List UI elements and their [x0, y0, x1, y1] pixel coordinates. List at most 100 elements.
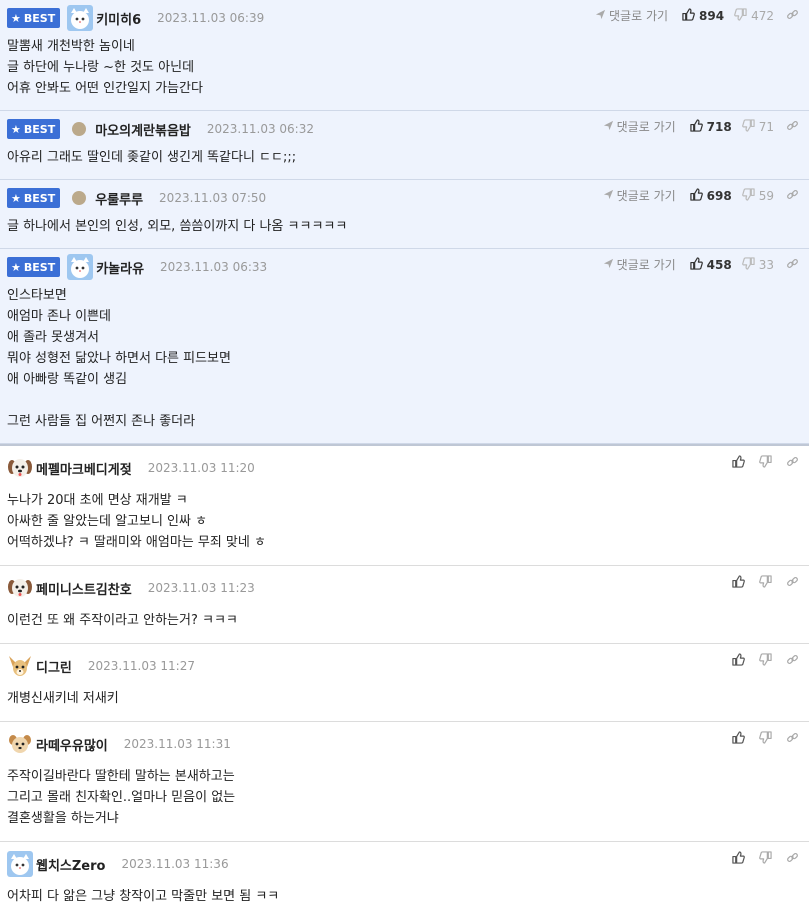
comment-list: ★ BEST 키미히6 2023.11.03 06:39 댓글로 가기 894 472 말뽐새… [0, 0, 809, 907]
comment-body: 아유리 그래도 딸인데 좆같이 생긴게 똑같다니 ㄷㄷ;;; [7, 147, 809, 179]
comment-line: 그리고 몰래 친자확인..얼마나 믿음이 없는 [7, 790, 236, 805]
thumb-up-icon[interactable] [732, 653, 745, 670]
comment-body: 누나가 20대 초에 면상 재개발 ㅋ 아싸한 줄 알았는데 알고보니 인싸 ㅎ 어… [7, 490, 809, 565]
comment-line: 애 아빠랑 똑같이 생김 [7, 372, 128, 387]
thumb-down-icon [741, 256, 755, 273]
link-icon[interactable] [786, 575, 799, 592]
comment-date: 2023.11.03 11:20 [147, 461, 255, 475]
goto-comment-label: 댓글로 가기 [616, 189, 676, 203]
comment-body: 주작이길바란다 딸한테 말하는 본새하고는그리고 몰래 친자확인..얼마나 믿음… [7, 766, 809, 841]
thumb-up-icon[interactable] [732, 575, 745, 592]
best-comment-list: ★ BEST 키미히6 2023.11.03 06:39 댓글로 가기 894 472 말뽐새… [0, 0, 809, 444]
comment-line: 어휴 안봐도 어떤 인간일지 가늠간다 [7, 81, 203, 96]
goto-comment-link[interactable]: 댓글로 가기 [603, 118, 676, 135]
nickname[interactable]: 키미히6 [96, 9, 141, 28]
nickname[interactable]: 마오의계란볶음밥 [95, 120, 191, 139]
comment-line: 어차피 다 앎은 그냥 창작이고 막줄만 보면 됨 ㅋㅋ [7, 889, 280, 904]
comment-line: 뭐야 성형전 닮았나 하면서 다른 피드보면 [7, 351, 231, 366]
thumb-up-icon[interactable] [732, 455, 745, 472]
chihuahua-avatar-icon [7, 653, 33, 679]
link-icon[interactable] [786, 731, 799, 748]
thumb-down-icon[interactable] [759, 731, 772, 748]
best-badge: ★ BEST [7, 119, 61, 139]
comment-line: 어떡하겠냐? ㅋ 딸래미와 애엄마는 무죄 맞네 ㅎ [7, 535, 266, 550]
dislike-button[interactable]: 472 [734, 7, 774, 24]
comment-line: 주작이길바란다 딸한테 말하는 본새하고는 [7, 769, 235, 784]
comment: 웹치스Zero 2023.11.03 11:36 어차피 다 앎은 그냥 창작이고 … [0, 842, 809, 907]
nickname[interactable]: 디그린 [36, 657, 72, 676]
goto-comment-link[interactable]: 댓글로 가기 [595, 7, 668, 24]
dog-face-avatar-icon [7, 731, 33, 757]
thumb-down-icon[interactable] [759, 455, 772, 472]
best-badge-label: BEST [23, 191, 56, 205]
nickname[interactable]: 웹치스Zero [36, 855, 105, 874]
puppy-avatar-icon [7, 575, 33, 601]
like-button[interactable]: 894 [682, 7, 725, 24]
comment-date: 2023.11.03 06:39 [157, 11, 265, 25]
nickname[interactable]: 메펠마크베디게젖 [36, 459, 132, 478]
like-count: 698 [706, 188, 732, 203]
white-cat-avatar-icon [7, 851, 33, 877]
comment-line: 말뽐새 개천박한 놈이네 [7, 39, 135, 54]
star-icon: ★ [11, 191, 21, 205]
thumb-down-icon[interactable] [759, 653, 772, 670]
comment-actions [718, 851, 799, 868]
dislike-button[interactable]: 59 [741, 187, 774, 204]
like-button[interactable]: 718 [689, 118, 732, 135]
white-cat-avatar-icon [67, 254, 94, 280]
nickname[interactable]: 우룰루루 [95, 189, 143, 208]
nickname[interactable]: 페미니스트김찬호 [36, 579, 132, 598]
comment-actions [718, 575, 799, 592]
like-count: 894 [699, 8, 725, 23]
comment-date: 2023.11.03 11:31 [123, 737, 231, 751]
link-icon[interactable] [786, 188, 799, 204]
link-icon[interactable] [786, 119, 799, 135]
like-count: 718 [706, 119, 732, 134]
thumb-up-icon[interactable] [732, 851, 745, 868]
link-icon[interactable] [786, 851, 799, 868]
comment-date: 2023.11.03 11:23 [147, 581, 255, 595]
dislike-button[interactable]: 71 [741, 118, 774, 135]
dislike-count: 472 [751, 8, 774, 23]
dislike-button[interactable]: 33 [741, 256, 774, 273]
comment-actions: 댓글로 가기 458 33 [603, 256, 799, 273]
dislike-count: 59 [758, 188, 774, 203]
link-icon[interactable] [786, 455, 799, 472]
goto-comment-link[interactable]: 댓글로 가기 [603, 187, 676, 204]
comment-line: 애 졸라 못생겨서 [7, 330, 99, 345]
best-badge: ★ BEST [7, 8, 61, 28]
nickname[interactable]: 라떼우유많이 [36, 735, 108, 754]
comment-body: 어차피 다 앎은 그냥 창작이고 막줄만 보면 됨 ㅋㅋ [7, 886, 809, 907]
comment: 메펠마크베디게젖 2023.11.03 11:20 누나가 20대 초에 면상 재개… [0, 444, 809, 566]
link-icon[interactable] [786, 8, 799, 24]
puppy-avatar-icon [7, 455, 33, 481]
link-icon[interactable] [786, 653, 799, 670]
thumb-up-icon[interactable] [732, 731, 745, 748]
like-count: 458 [706, 257, 732, 272]
thumb-down-icon[interactable] [759, 575, 772, 592]
star-icon: ★ [11, 122, 21, 136]
link-icon[interactable] [786, 257, 799, 273]
comment-body: 인스타보면 애엄마 존나 이쁜데 애 졸라 못생겨서 뭐야 성형전 닮았나 하면서 다… [7, 285, 809, 443]
like-button[interactable]: 698 [689, 187, 732, 204]
comment-line: 아유리 그래도 딸인데 좆같이 생긴게 똑같다니 ㄷㄷ;;; [7, 150, 297, 165]
send-arrow-icon [603, 189, 614, 203]
thumb-up-icon [689, 187, 703, 204]
comment-list-normal: 메펠마크베디게젖 2023.11.03 11:20 누나가 20대 초에 면상 재개… [0, 444, 809, 907]
goto-comment-link[interactable]: 댓글로 가기 [603, 256, 676, 273]
comment-line: 결혼생활을 하는거냐 [7, 811, 119, 826]
dislike-count: 33 [758, 257, 774, 272]
comment-actions: 댓글로 가기 698 59 [603, 187, 799, 204]
comment-line: 이런건 또 왜 주작이라고 안하는거? ㅋㅋㅋ [7, 613, 238, 628]
best-comment: ★ BEST 카놀라유 2023.11.03 06:33 댓글로 가기 458 33 인스타보… [0, 249, 809, 444]
thumb-down-icon[interactable] [759, 851, 772, 868]
best-badge: ★ BEST [7, 188, 61, 208]
like-button[interactable]: 458 [689, 256, 732, 273]
send-arrow-icon [595, 9, 606, 23]
nickname[interactable]: 카놀라유 [96, 258, 144, 277]
white-cat-avatar-icon [67, 5, 94, 31]
goto-comment-label: 댓글로 가기 [616, 258, 676, 272]
comment-line: 글 하나에서 본인의 인성, 외모, 씀씀이까지 다 나옴 ㅋㅋㅋㅋㅋ [7, 219, 348, 234]
comment-date: 2023.11.03 06:33 [160, 260, 268, 274]
thumb-up-icon [689, 256, 703, 273]
